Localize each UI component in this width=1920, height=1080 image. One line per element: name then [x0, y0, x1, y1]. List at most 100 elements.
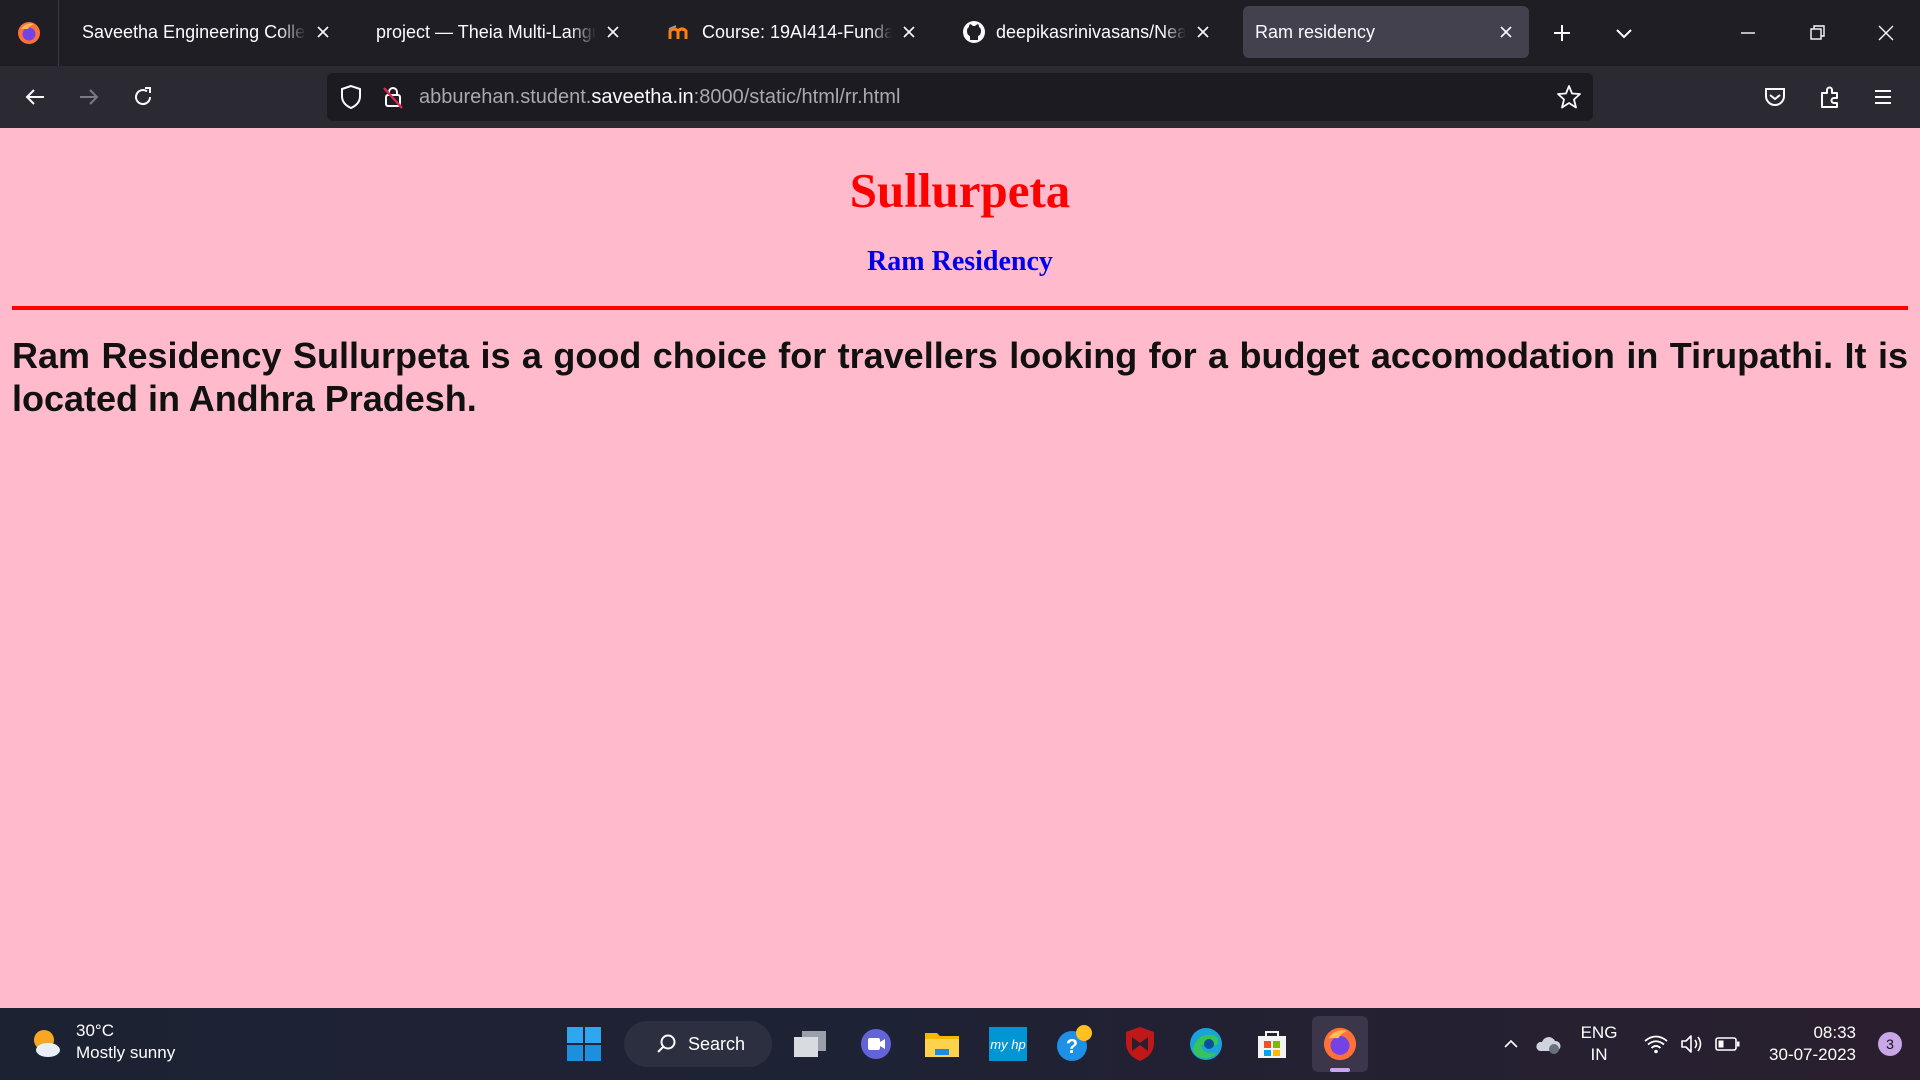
windows-taskbar: 30°C Mostly sunny Search my hp ? ENG IN … [0, 1008, 1920, 1080]
folder-icon [925, 1033, 959, 1057]
teams-chat-button[interactable] [850, 1018, 902, 1070]
firefox-view-button[interactable] [0, 0, 59, 66]
shield-icon[interactable] [337, 83, 365, 116]
mcafee-button[interactable] [1114, 1018, 1166, 1070]
taskbar-search[interactable]: Search [624, 1021, 772, 1067]
close-icon[interactable] [602, 21, 624, 43]
insecure-lock-icon[interactable] [379, 83, 407, 116]
close-icon[interactable] [1192, 21, 1214, 43]
windows-icon [567, 1027, 601, 1061]
myhp-button[interactable]: my hp [982, 1018, 1034, 1070]
url-prefix: abburehan.student. [419, 86, 592, 108]
pocket-button[interactable] [1754, 76, 1796, 118]
language-code: ENG [1580, 1023, 1618, 1042]
tab-title: project — Theia Multi-Language [376, 21, 596, 42]
start-button[interactable] [558, 1018, 610, 1070]
app-menu-button[interactable] [1862, 76, 1904, 118]
cloud-icon [1536, 1037, 1561, 1054]
help-icon: ? [1057, 1025, 1092, 1061]
tab-title: Course: 19AI414-Fundamentals [702, 21, 892, 42]
clock-time: 08:33 [1813, 1023, 1856, 1042]
close-icon[interactable] [1495, 21, 1517, 43]
weather-widget[interactable]: 30°C Mostly sunny [28, 1020, 175, 1064]
sun-cloud-icon [34, 1030, 60, 1057]
region-code: IN [1590, 1045, 1608, 1064]
pocket-icon [1765, 88, 1785, 106]
clock[interactable]: 08:33 30-07-2023 [1769, 1022, 1856, 1066]
minimize-button[interactable] [1728, 13, 1768, 53]
description-paragraph: Ram Residency Sullurpeta is a good choic… [12, 335, 1908, 419]
active-app-indicator [1330, 1068, 1350, 1072]
edge-icon [1190, 1028, 1222, 1060]
tab-theia[interactable]: project — Theia Multi-Language [364, 6, 636, 58]
url-suffix: :8000/static/html/rr.html [693, 86, 901, 108]
wifi-icon [1644, 1035, 1668, 1054]
horizontal-rule [12, 306, 1908, 310]
search-icon [657, 1034, 676, 1053]
close-icon [1878, 25, 1894, 41]
tab-saveetha[interactable]: Saveetha Engineering College [70, 6, 346, 58]
close-window-button[interactable] [1866, 13, 1906, 53]
weather-temp: 30°C [76, 1021, 114, 1040]
battery-icon [1715, 1037, 1740, 1051]
github-icon [962, 20, 986, 44]
bookmark-star-icon[interactable] [1555, 83, 1583, 116]
edge-button[interactable] [1180, 1018, 1232, 1070]
list-all-tabs-button[interactable] [1604, 13, 1644, 53]
address-bar[interactable]: abburehan.student.saveetha.in:8000/stati… [327, 73, 1593, 121]
puzzle-icon [1821, 86, 1838, 108]
input-language-indicator[interactable]: ENG IN [1576, 1008, 1622, 1080]
new-tab-button[interactable] [1542, 13, 1582, 53]
wifi-tray-button[interactable] [1640, 1008, 1672, 1080]
tab-ram-residency[interactable]: Ram residency [1243, 6, 1529, 58]
speaker-icon [1681, 1035, 1702, 1053]
mcafee-shield-icon [1126, 1027, 1154, 1061]
svg-text:?: ? [1066, 1036, 1078, 1058]
tab-moodle-course[interactable]: Course: 19AI414-Fundamentals [656, 6, 932, 58]
arrow-left-icon [25, 89, 44, 105]
tab-title: Ram residency [1255, 21, 1376, 42]
get-help-button[interactable]: ? [1048, 1018, 1100, 1070]
reload-button[interactable] [122, 76, 164, 118]
back-button[interactable] [14, 76, 56, 118]
moodle-icon [668, 20, 692, 44]
volume-tray-button[interactable] [1676, 1008, 1708, 1080]
navigation-toolbar: abburehan.student.saveetha.in:8000/stati… [0, 66, 1920, 129]
firefox-taskbar-button[interactable] [1312, 1016, 1368, 1072]
restore-button[interactable] [1797, 13, 1837, 53]
minimize-icon [1741, 32, 1755, 34]
chevron-down-icon [1616, 29, 1632, 39]
restore-icon [1810, 25, 1825, 40]
store-icon [1258, 1031, 1286, 1058]
forward-button[interactable] [68, 76, 110, 118]
clock-date: 30-07-2023 [1769, 1045, 1856, 1064]
tab-title: deepikasrinivasans/NearMe [996, 21, 1186, 42]
show-hidden-icons-button[interactable] [1496, 1008, 1526, 1080]
close-icon[interactable] [312, 21, 334, 43]
hamburger-icon [1875, 90, 1891, 104]
arrow-right-icon [80, 89, 99, 105]
page-subheading: Ram Residency [867, 246, 1053, 277]
url-text[interactable]: abburehan.student.saveetha.in:8000/stati… [419, 73, 900, 121]
weather-condition: Mostly sunny [76, 1043, 176, 1062]
page-heading: Sullurpeta [849, 163, 1071, 218]
plus-icon [1554, 25, 1570, 41]
task-view-icon [794, 1031, 826, 1057]
url-domain: saveetha.in [591, 86, 694, 108]
reload-icon [135, 87, 152, 106]
web-page: Sullurpeta Ram Residency Ram Residency S… [0, 128, 1920, 1008]
tab-github[interactable]: deepikasrinivasans/NearMe [950, 6, 1226, 58]
myhp-icon: my hp [989, 1027, 1027, 1061]
microsoft-store-button[interactable] [1246, 1018, 1298, 1070]
close-icon[interactable] [898, 21, 920, 43]
svg-text:my hp: my hp [990, 1037, 1025, 1052]
firefox-icon [1323, 1027, 1357, 1061]
chevron-up-icon [1504, 1039, 1518, 1048]
extensions-button[interactable] [1809, 76, 1851, 118]
chat-icon [861, 1029, 891, 1059]
file-explorer-button[interactable] [916, 1018, 968, 1070]
battery-tray-button[interactable] [1712, 1008, 1744, 1080]
task-view-button[interactable] [784, 1018, 836, 1070]
onedrive-tray-button[interactable] [1532, 1008, 1564, 1080]
notification-badge[interactable]: 3 [1878, 1032, 1902, 1056]
